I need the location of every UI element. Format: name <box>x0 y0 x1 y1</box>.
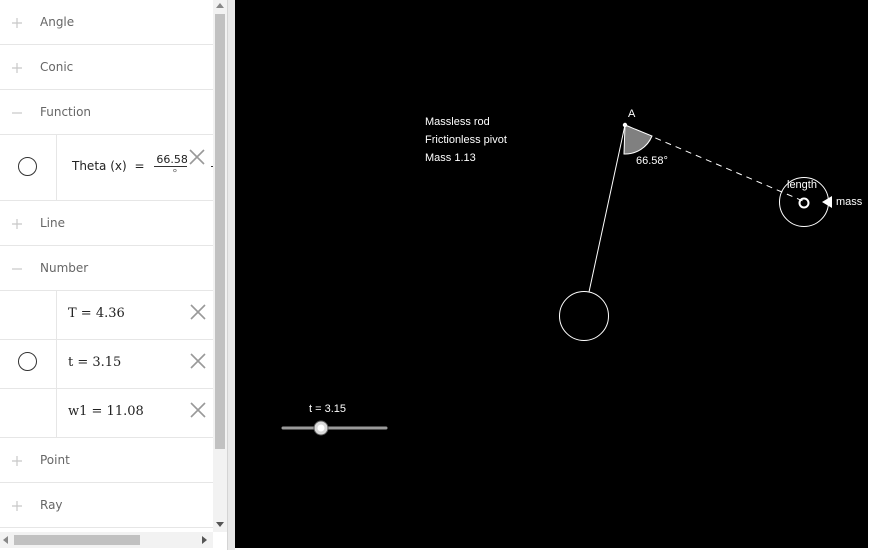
group-number[interactable]: Number <box>0 246 213 291</box>
group-conic[interactable]: Conic <box>0 45 213 90</box>
expand-icon[interactable] <box>10 61 24 75</box>
group-label-angle: Angle <box>40 15 75 29</box>
slider-knob-center <box>317 424 325 432</box>
panel-divider[interactable] <box>227 0 235 550</box>
note-frictionless-pivot: Frictionless pivot <box>425 134 507 146</box>
group-label-ray: Ray <box>40 498 63 512</box>
expand-icon[interactable] <box>10 16 24 30</box>
group-label-function: Function <box>40 105 92 119</box>
length-handle-point[interactable] <box>798 197 810 209</box>
group-ray[interactable]: Ray <box>0 483 213 528</box>
mass-label: mass <box>836 196 863 208</box>
number-row-t[interactable]: t = 3.15 <box>0 340 213 389</box>
collapse-icon[interactable] <box>10 262 24 276</box>
function-variable: (x) <box>110 159 127 173</box>
scrollbar-thumb[interactable] <box>215 14 225 449</box>
group-function[interactable]: Function <box>0 90 213 135</box>
visibility-cell <box>0 389 57 437</box>
pendulum-bob[interactable] <box>559 291 609 341</box>
graphics-view[interactable]: Massless rod Frictionless pivot Mass 1.1… <box>235 0 868 548</box>
group-label-conic: Conic <box>40 60 74 74</box>
delete-icon[interactable] <box>188 302 208 322</box>
scroll-left-icon[interactable] <box>3 536 8 544</box>
number-T[interactable]: T = 4.36 <box>68 306 125 321</box>
number-row-w1[interactable]: w1 = 11.08 <box>0 389 213 438</box>
algebra-view: Angle Conic Function Theta (x) = 66.58° °… <box>0 0 213 532</box>
point-label-A: A <box>628 108 636 120</box>
delete-icon[interactable] <box>187 147 207 167</box>
number-w1[interactable]: w1 = 11.08 <box>68 404 144 419</box>
expand-icon[interactable] <box>10 499 24 513</box>
visibility-cell <box>0 135 57 200</box>
scrollbar-thumb[interactable] <box>14 535 140 545</box>
group-label-line: Line <box>40 216 66 230</box>
algebra-horizontal-scrollbar[interactable] <box>0 532 213 548</box>
pendulum-canvas <box>281 122 832 436</box>
pivot-point-A[interactable] <box>622 122 628 128</box>
angle-sector <box>623 124 653 155</box>
visibility-cell <box>0 291 57 339</box>
number-row-T[interactable]: T = 4.36 <box>0 291 213 340</box>
length-label: length <box>787 179 817 191</box>
slider-label: t = 3.15 <box>309 403 347 415</box>
expand-icon[interactable] <box>10 454 24 468</box>
scroll-right-icon[interactable] <box>202 536 207 544</box>
group-point[interactable]: Point <box>0 438 213 483</box>
delete-icon[interactable] <box>188 400 208 420</box>
delete-icon[interactable] <box>188 351 208 371</box>
visibility-toggle[interactable] <box>18 157 37 176</box>
group-label-number: Number <box>40 261 89 275</box>
expand-icon[interactable] <box>10 217 24 231</box>
visibility-toggle[interactable] <box>18 352 37 371</box>
note-massless-rod: Massless rod <box>425 116 490 128</box>
scroll-down-icon[interactable] <box>216 522 224 527</box>
visibility-cell <box>0 340 57 388</box>
number-t[interactable]: t = 3.15 <box>68 355 121 370</box>
mass-arrow-icon[interactable] <box>822 196 832 208</box>
function-row-theta[interactable]: Theta (x) = 66.58°° · π180 <box>0 135 213 201</box>
function-name: Theta <box>72 159 107 173</box>
algebra-vertical-scrollbar[interactable] <box>213 0 227 532</box>
angle-label: 66.58° <box>636 155 668 167</box>
scroll-up-icon[interactable] <box>216 3 224 8</box>
group-label-point: Point <box>40 453 70 467</box>
group-angle[interactable]: Angle <box>0 0 213 45</box>
equals-sign: = <box>134 159 145 173</box>
group-line[interactable]: Line <box>0 201 213 246</box>
pendulum-rod <box>588 124 626 293</box>
collapse-icon[interactable] <box>10 106 24 120</box>
note-mass: Mass 1.13 <box>425 152 476 164</box>
